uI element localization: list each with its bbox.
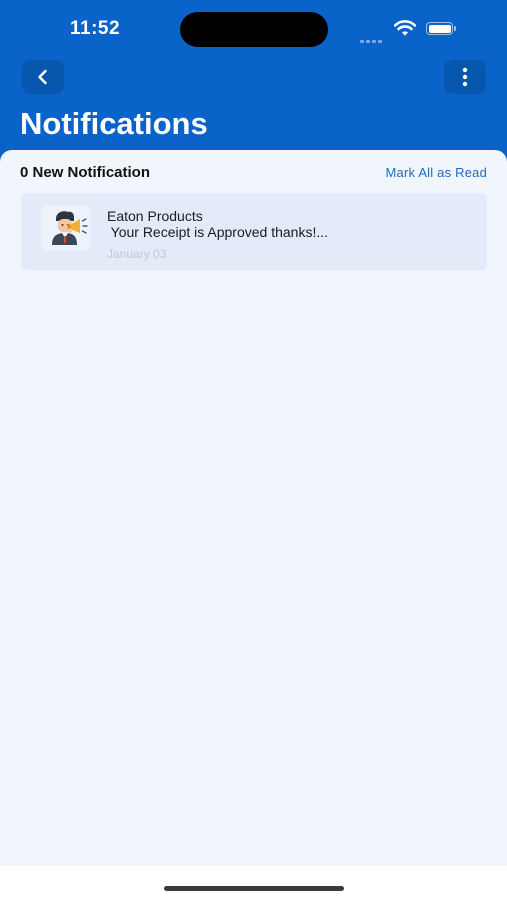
home-indicator[interactable] bbox=[164, 886, 344, 891]
app-header: 11:52 Notifications bbox=[0, 0, 507, 175]
notification-date: January 03 bbox=[107, 247, 167, 261]
announcer-avatar-icon bbox=[41, 205, 91, 251]
page-title: Notifications bbox=[20, 106, 208, 141]
notification-sender: Eaton Products bbox=[107, 208, 203, 224]
more-options-button[interactable] bbox=[444, 60, 486, 94]
notification-message: Your Receipt is Approved thanks!... bbox=[107, 224, 329, 240]
new-notification-count: 0 New Notification bbox=[20, 164, 151, 181]
signal-icon bbox=[360, 30, 384, 48]
notification-item[interactable]: Eaton Products Your Receipt is Approved … bbox=[21, 193, 487, 270]
more-vertical-icon bbox=[462, 67, 468, 87]
wifi-icon bbox=[394, 20, 416, 36]
battery-icon bbox=[426, 22, 458, 36]
chevron-left-icon bbox=[38, 69, 47, 85]
bottom-bar bbox=[0, 866, 507, 900]
status-time: 11:52 bbox=[70, 18, 121, 39]
back-button[interactable] bbox=[22, 60, 64, 94]
dynamic-island bbox=[180, 12, 328, 47]
mark-all-read-link[interactable]: Mark All as Read bbox=[386, 165, 487, 180]
